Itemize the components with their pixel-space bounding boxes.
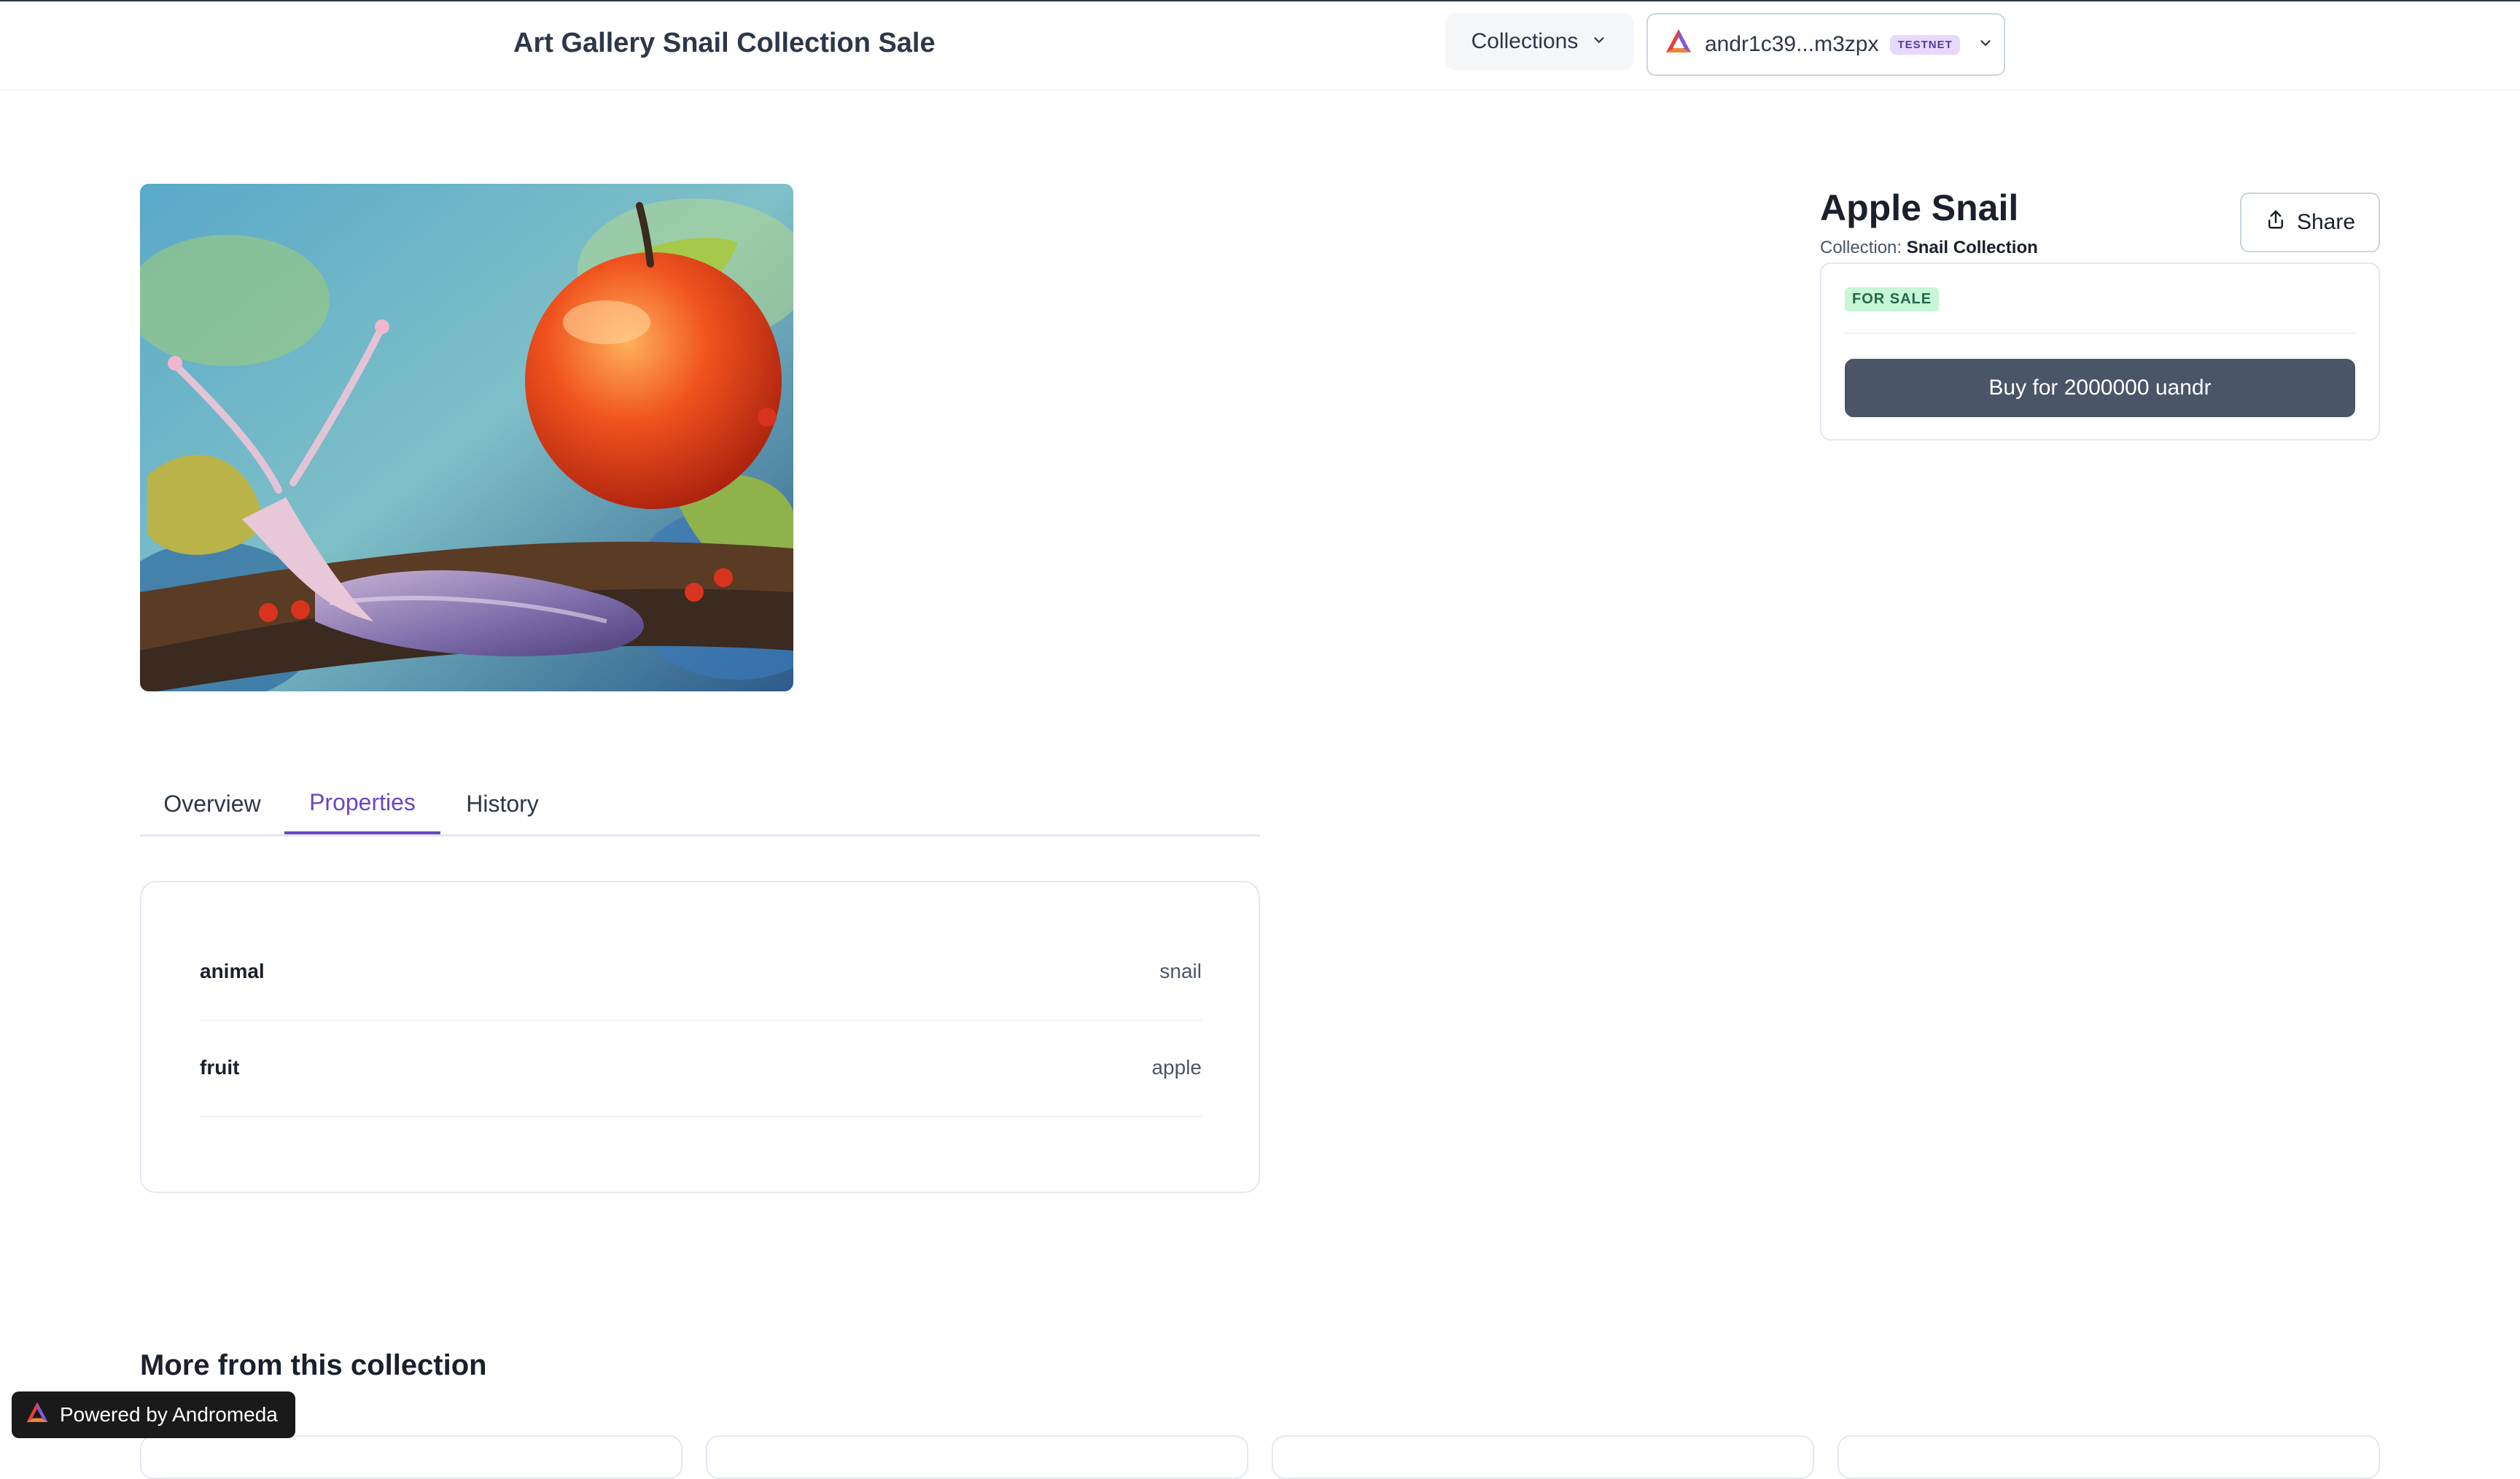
sale-card: FOR SALE Buy for 2000000 uandr [1820, 263, 2380, 440]
collection-line: Collection: Snail Collection [1820, 238, 2038, 258]
top-header [0, 1, 2520, 90]
collection-item-card[interactable] [1272, 1435, 1814, 1479]
buy-button[interactable]: Buy for 2000000 uandr [1845, 359, 2355, 417]
property-key: animal [200, 960, 265, 982]
status-badge: FOR SALE [1845, 287, 1940, 311]
andromeda-logo-icon [1664, 27, 1693, 62]
property-key: fruit [200, 1056, 240, 1079]
nft-image [140, 184, 793, 691]
property-row: animal snail [200, 923, 1202, 1021]
collection-prefix: Collection: [1820, 238, 1902, 257]
share-button[interactable]: Share [2240, 193, 2380, 252]
collections-label: Collections [1471, 29, 1579, 53]
collections-dropdown-button[interactable]: Collections [1445, 13, 1633, 70]
chevron-down-icon [1591, 29, 1607, 54]
property-value: apple [1151, 1056, 1202, 1079]
property-value: snail [1159, 960, 1202, 982]
powered-by-badge[interactable]: Powered by Andromeda [12, 1391, 295, 1438]
more-from-collection-heading: More from this collection [140, 1349, 487, 1381]
collection-item-card[interactable] [140, 1435, 682, 1479]
tab-overview[interactable]: Overview [140, 773, 284, 834]
collection-item-card[interactable] [1838, 1435, 2380, 1479]
detail-tabs: Overview Properties History [140, 773, 1260, 836]
andromeda-logo-icon [25, 1400, 50, 1430]
tab-history[interactable]: History [440, 773, 564, 834]
divider [1845, 333, 2355, 334]
wallet-address: andr1c39...m3zpx [1705, 32, 1879, 56]
chevron-down-icon [1978, 32, 1994, 57]
share-label: Share [2296, 210, 2356, 234]
collection-name-link[interactable]: Snail Collection [1907, 238, 2038, 257]
wallet-dropdown-button[interactable]: andr1c39...m3zpx TESTNET [1646, 13, 2005, 76]
tab-properties[interactable]: Properties [284, 773, 440, 834]
site-title[interactable]: Art Gallery Snail Collection Sale [513, 28, 936, 59]
collection-item-card[interactable] [706, 1435, 1248, 1479]
nft-title: Apple Snail [1820, 187, 2019, 228]
share-icon [2265, 209, 2287, 236]
property-row: fruit apple [200, 1020, 1202, 1117]
powered-by-label: Powered by Andromeda [60, 1403, 278, 1426]
network-badge: TESTNET [1890, 34, 1960, 55]
properties-card: animal snail fruit apple [140, 881, 1260, 1193]
